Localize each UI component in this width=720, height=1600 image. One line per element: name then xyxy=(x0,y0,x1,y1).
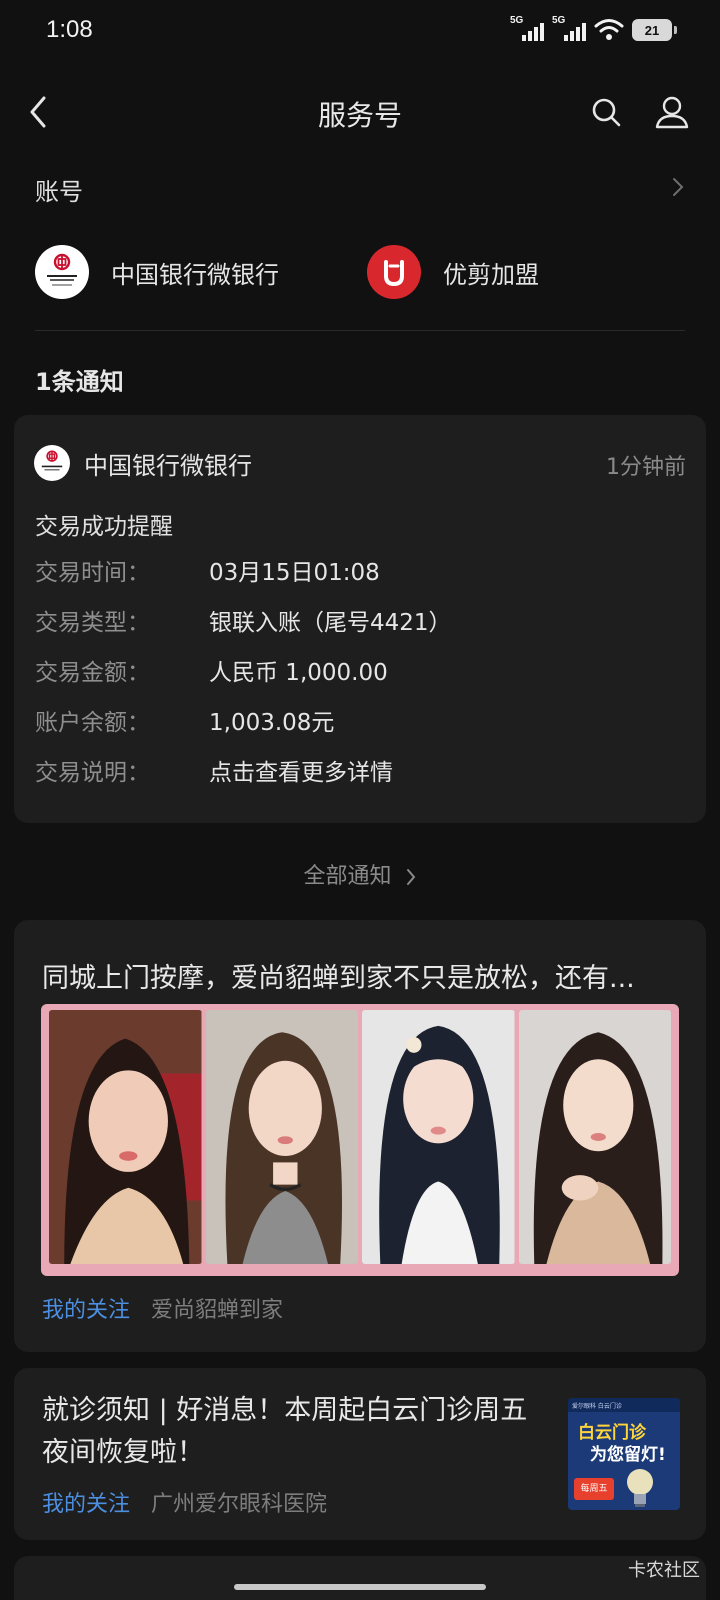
thumb-headline: 为您留灯! xyxy=(590,1445,666,1465)
row-value: 1,003.08元 xyxy=(209,710,335,736)
details-link[interactable]: 点击查看更多详情 xyxy=(209,753,393,787)
account-list: 中国银行微银行 优剪加盟 xyxy=(35,244,685,300)
transaction-row: 交易时间： 03月15日01:08 xyxy=(35,553,675,589)
status-icons: 5G 5G 21 xyxy=(510,15,677,44)
notification-card[interactable]: 中国银行微银行 1分钟前 交易成功提醒 交易时间： 03月15日01:08 交易… xyxy=(14,415,706,823)
article-thumbnail[interactable]: 爱尔眼科 白云门诊 白云门诊 为您留灯! 每周五 xyxy=(568,1398,680,1510)
signal-icon: 5G xyxy=(510,15,544,43)
watermark: 卡农社区 xyxy=(628,1560,700,1581)
transaction-row: 交易类型： 银联入账（尾号4421） xyxy=(35,603,675,639)
article-title: 同城上门按摩，爱尚貂蝉到家不只是放松，还有... xyxy=(42,963,635,994)
article-card[interactable]: 就诊须知 | 好消息！本周起白云门诊周五夜间恢复啦！ 我的关注 广州爱尔眼科医院… xyxy=(14,1368,706,1540)
notification-time: 1分钟前 xyxy=(606,455,686,480)
row-label: 交易时间： xyxy=(35,560,150,586)
notification-count: 1条通知 xyxy=(35,368,124,396)
article-source: 广州爱尔眼科医院 xyxy=(151,1492,328,1517)
search-icon xyxy=(592,98,621,127)
transaction-row[interactable]: 交易说明： 点击查看更多详情 xyxy=(35,753,675,789)
row-value: 03月15日01:08 xyxy=(209,560,380,586)
row-value: 银联入账（尾号4421） xyxy=(209,610,452,636)
row-label: 交易金额： xyxy=(35,660,150,686)
signal-icon: 5G xyxy=(552,15,586,43)
row-label: 交易类型： xyxy=(35,610,150,636)
divider xyxy=(35,330,685,331)
account-section-title: 账号 xyxy=(35,178,83,206)
portrait-photo xyxy=(518,1010,671,1264)
nav-bar: 服务号 xyxy=(0,76,720,148)
account-name: 优剪加盟 xyxy=(443,260,539,289)
chevron-right-icon xyxy=(673,178,684,196)
bank-of-china-logo xyxy=(34,445,70,481)
notification-header: 中国银行微银行 1分钟前 xyxy=(34,445,686,481)
account-name: 中国银行微银行 xyxy=(111,260,279,289)
portrait-photo xyxy=(362,1010,515,1264)
bank-of-china-logo xyxy=(35,245,89,299)
portrait-photo xyxy=(205,1010,358,1264)
article-source: 爱尚貂蝉到家 xyxy=(151,1298,284,1323)
account-item-youjian[interactable]: 优剪加盟 xyxy=(367,244,539,300)
profile-button[interactable] xyxy=(650,90,694,134)
battery-icon: 21 xyxy=(632,19,677,41)
my-follow-label[interactable]: 我的关注 xyxy=(42,1298,130,1323)
transaction-row: 账户余额： 1,003.08元 xyxy=(35,703,675,739)
status-bar: 1:08 5G 5G 21 xyxy=(0,0,720,64)
article-cover-image[interactable] xyxy=(41,1004,679,1276)
all-notifications-label: 全部通知 xyxy=(303,864,392,889)
youjian-logo xyxy=(367,245,421,299)
person-icon xyxy=(655,96,689,129)
row-label: 账户余额： xyxy=(35,710,150,736)
article-meta: 我的关注 广州爱尔眼科医院 xyxy=(42,1486,327,1518)
notification-sender: 中国银行微银行 xyxy=(84,451,252,480)
article-meta: 我的关注 爱尚貂蝉到家 xyxy=(42,1292,283,1324)
thumb-badge: 每周五 xyxy=(574,1478,614,1500)
status-time: 1:08 xyxy=(46,16,93,43)
home-indicator[interactable] xyxy=(234,1584,486,1590)
row-label: 交易说明： xyxy=(35,760,150,786)
portrait-photo xyxy=(49,1010,202,1264)
wifi-icon xyxy=(594,19,624,40)
thumb-header-text: 爱尔眼科 白云门诊 xyxy=(568,1398,680,1412)
search-button[interactable] xyxy=(584,90,628,134)
all-notifications-link[interactable]: 全部通知 xyxy=(0,858,720,890)
next-article-card[interactable] xyxy=(14,1556,706,1600)
transaction-row: 交易金额： 人民币 1,000.00 xyxy=(35,653,675,689)
article-title: 就诊须知 | 好消息！本周起白云门诊周五夜间恢复啦！ xyxy=(42,1395,528,1468)
article-card[interactable]: 同城上门按摩，爱尚貂蝉到家不只是放松，还有... 我的关注 爱尚貂蝉到家 xyxy=(14,920,706,1352)
account-item-boc[interactable]: 中国银行微银行 xyxy=(35,244,279,300)
my-follow-label[interactable]: 我的关注 xyxy=(42,1492,130,1517)
chevron-right-icon xyxy=(406,869,415,885)
notification-title: 交易成功提醒 xyxy=(35,514,173,540)
account-section-header[interactable]: 账号 xyxy=(35,172,685,212)
row-value: 人民币 1,000.00 xyxy=(209,660,388,686)
light-bulb-icon xyxy=(627,1469,653,1507)
